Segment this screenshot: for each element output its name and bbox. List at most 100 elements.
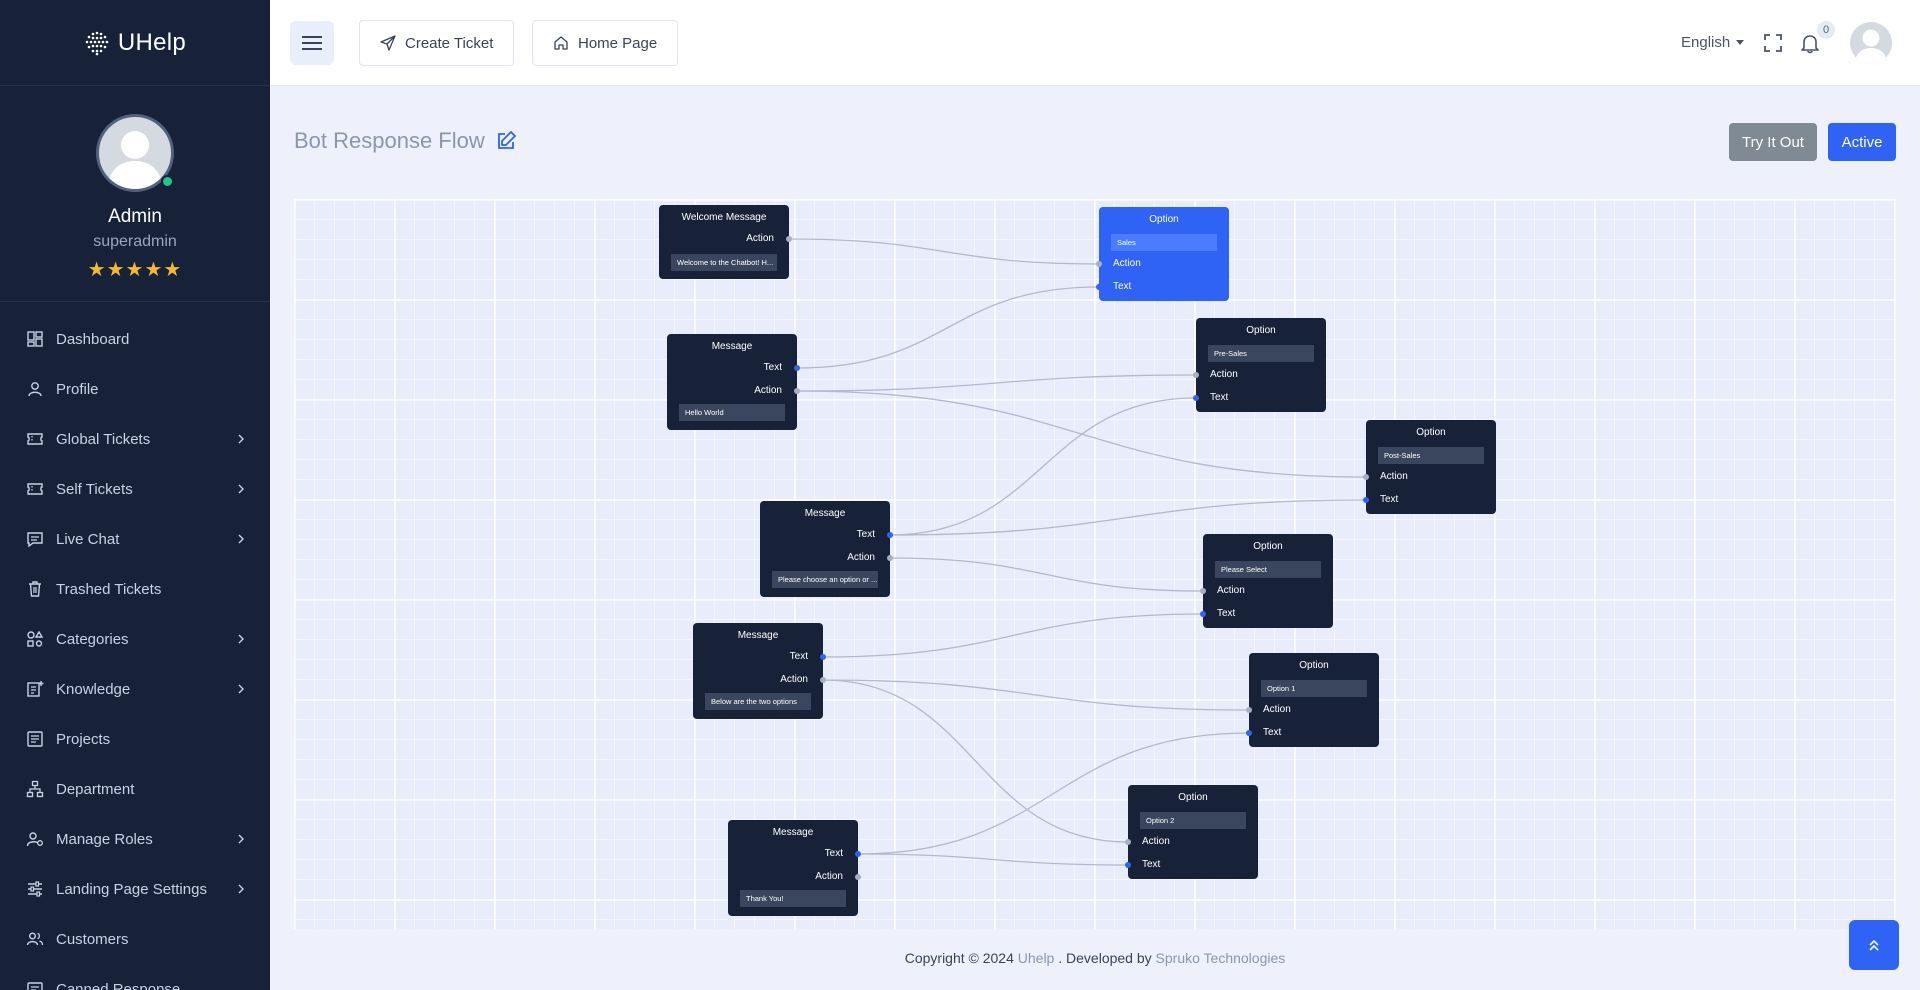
flow-node-opt-postsales[interactable]: Option Post-Sales Action Text xyxy=(1363,420,1496,514)
flow-node-welcome[interactable]: Welcome Message Action Welcome to the Chat… xyxy=(659,205,792,279)
sidebar-item-categories[interactable]: Categories xyxy=(0,614,270,664)
sidebar-item-manage-roles[interactable]: Manage Roles xyxy=(0,814,270,864)
flow-node-opt-presales[interactable]: Option Pre-Sales Action Text xyxy=(1193,318,1326,412)
text-label: Text xyxy=(789,651,808,662)
action-input-port[interactable] xyxy=(1096,261,1102,267)
categories-icon xyxy=(26,630,44,648)
brand[interactable]: UHelp xyxy=(0,0,270,86)
text-input-port[interactable] xyxy=(1363,497,1369,503)
text-output-port[interactable] xyxy=(855,851,861,857)
text-output-port[interactable] xyxy=(820,654,826,660)
action-output-port[interactable] xyxy=(794,388,800,394)
node-value-input[interactable]: Thank You! xyxy=(740,890,846,907)
scroll-to-top-button[interactable] xyxy=(1849,920,1899,970)
node-value-input[interactable]: Option 1 xyxy=(1261,680,1367,697)
page-title: Bot Response Flow xyxy=(294,128,517,154)
double-chevron-up-icon xyxy=(1869,939,1879,951)
sidebar: UHelp Admin superadmin ★★★★★ Dashboard Pr… xyxy=(0,0,270,990)
home-page-button[interactable]: Home Page xyxy=(532,20,679,66)
connection-msg3-to-opt_1 xyxy=(822,679,1250,711)
flow-node-msg1[interactable]: Message Text Action Hello World xyxy=(667,334,800,430)
flow-node-opt-sales[interactable]: Option Sales Action Text xyxy=(1096,207,1229,301)
sidebar-item-dashboard[interactable]: Dashboard xyxy=(0,314,270,364)
copyright-text: Copyright © 2024 xyxy=(904,950,1014,966)
page-title-text: Bot Response Flow xyxy=(294,128,485,153)
spruko-link[interactable]: Spruko Technologies xyxy=(1156,950,1286,966)
profile-role: superadmin xyxy=(93,233,177,250)
text-output-port[interactable] xyxy=(794,365,800,371)
sidebar-item-label: Self Tickets xyxy=(56,480,133,498)
edit-icon[interactable] xyxy=(495,130,517,152)
fullscreen-icon[interactable] xyxy=(1762,32,1784,54)
sidebar-item-projects[interactable]: Projects xyxy=(0,714,270,764)
node-value-input[interactable]: Welcome to the Chatbot! H... xyxy=(671,254,777,271)
node-title: Message xyxy=(772,827,814,838)
node-value-input[interactable]: Option 2 xyxy=(1140,812,1246,829)
notification-count-badge: 0 xyxy=(1817,21,1835,39)
chevron-right-icon xyxy=(238,634,244,644)
text-output-port[interactable] xyxy=(887,532,893,538)
ticket-icon xyxy=(26,480,44,498)
ticket-icon xyxy=(26,430,44,448)
sidebar-item-department[interactable]: Department xyxy=(0,764,270,814)
sidebar-item-live-chat[interactable]: Live Chat xyxy=(0,514,270,564)
text-input-port[interactable] xyxy=(1096,284,1102,290)
action-output-port[interactable] xyxy=(820,677,826,683)
connection-msg2-to-opt_select xyxy=(889,557,1204,592)
node-value-input[interactable]: Post-Sales xyxy=(1378,447,1484,464)
create-ticket-button[interactable]: Create Ticket xyxy=(359,20,515,66)
sidebar-item-canned-response[interactable]: Canned Response xyxy=(0,964,270,990)
connection-welcome-to-opt_sales xyxy=(788,238,1100,265)
action-input-port[interactable] xyxy=(1193,372,1199,378)
sidebar-item-trashed-tickets[interactable]: Trashed Tickets xyxy=(0,564,270,614)
bell-icon[interactable] xyxy=(1799,32,1821,54)
action-input-port[interactable] xyxy=(1200,588,1206,594)
department-icon xyxy=(26,780,44,798)
text-input-port[interactable] xyxy=(1246,730,1252,736)
action-output-port[interactable] xyxy=(786,236,792,242)
node-value-input[interactable]: Please choose an option or ... xyxy=(772,571,878,588)
action-input-port[interactable] xyxy=(1363,474,1369,480)
online-status-dot xyxy=(161,175,174,188)
active-button[interactable]: Active xyxy=(1828,123,1896,161)
flow-node-opt-2[interactable]: Option Option 2 Action Text xyxy=(1125,785,1258,879)
sidebar-item-customers[interactable]: Customers xyxy=(0,914,270,964)
sidebar-item-self-tickets[interactable]: Self Tickets xyxy=(0,464,270,514)
connection-msg3-to-opt_2 xyxy=(822,679,1129,843)
node-value-input[interactable]: Below are the two options xyxy=(705,693,811,710)
action-output-port[interactable] xyxy=(887,555,893,561)
node-value-input[interactable]: Please Select xyxy=(1215,561,1321,578)
sidebar-item-global-tickets[interactable]: Global Tickets xyxy=(0,414,270,464)
flow-node-msg4[interactable]: Message Text Action Thank You! xyxy=(728,820,861,916)
text-input-port[interactable] xyxy=(1193,395,1199,401)
flow-node-opt-1[interactable]: Option Option 1 Action Text xyxy=(1246,653,1379,747)
sidebar-item-landing-page-settings[interactable]: Landing Page Settings xyxy=(0,864,270,914)
node-text-port-row: Text xyxy=(1096,275,1229,298)
sidebar-item-knowledge[interactable]: Knowledge xyxy=(0,664,270,714)
dashboard-icon xyxy=(26,330,44,348)
trash-icon xyxy=(26,580,44,598)
node-title: Message xyxy=(711,341,753,352)
menu-toggle-button[interactable] xyxy=(290,21,334,65)
language-dropdown[interactable]: English xyxy=(1681,34,1745,51)
text-input-port[interactable] xyxy=(1125,862,1131,868)
try-it-out-button[interactable]: Try It Out xyxy=(1729,123,1817,161)
action-input-port[interactable] xyxy=(1125,839,1131,845)
uhelp-link[interactable]: Uhelp xyxy=(1018,950,1055,966)
node-action-port-row: Action xyxy=(693,668,826,691)
sidebar-item-profile[interactable]: Profile xyxy=(0,364,270,414)
node-value-input[interactable]: Sales xyxy=(1111,234,1217,251)
action-label: Action xyxy=(1217,585,1245,596)
developed-by-text: . Developed by xyxy=(1058,950,1152,966)
flow-node-msg2[interactable]: Message Text Action Please choose an option… xyxy=(760,501,893,597)
flow-node-opt-select[interactable]: Option Please Select Action Text xyxy=(1200,534,1333,628)
node-value-input[interactable]: Pre-Sales xyxy=(1208,345,1314,362)
action-input-port[interactable] xyxy=(1246,707,1252,713)
text-input-port[interactable] xyxy=(1200,611,1206,617)
flow-canvas[interactable]: Welcome Message Action Welcome to the Chat… xyxy=(294,199,1896,929)
node-value-input[interactable]: Hello World xyxy=(679,404,785,421)
action-output-port[interactable] xyxy=(855,874,861,880)
user-avatar-button[interactable] xyxy=(1850,22,1892,64)
flow-node-msg3[interactable]: Message Text Action Below are the two optio… xyxy=(693,623,826,719)
node-action-port-row: Action xyxy=(760,546,893,569)
